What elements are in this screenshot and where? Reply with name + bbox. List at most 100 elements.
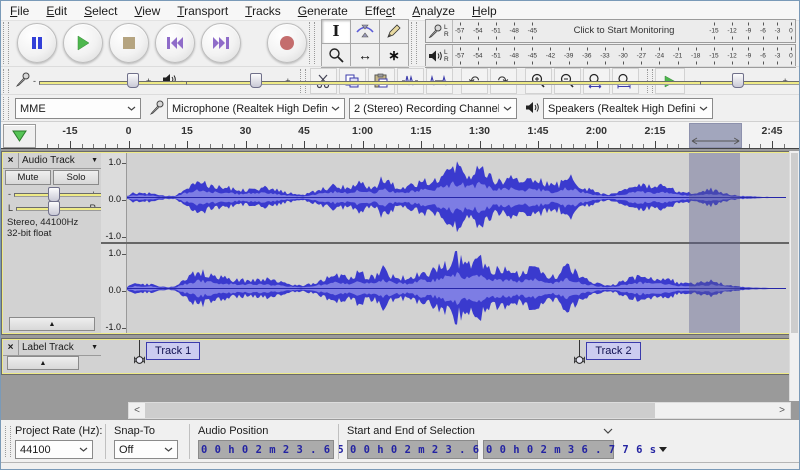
scroll-left-arrow[interactable]: < [129,403,145,418]
vertical-scrollbar[interactable] [789,151,799,401]
pan-slider[interactable] [16,202,86,214]
waveform-left[interactable] [127,153,789,242]
track-area[interactable]: × Audio Track ▼ Mute Solo - + L [1,148,799,420]
snap-to-select[interactable]: Off [114,440,178,459]
collapse-label-track-button[interactable]: ▲ [7,356,79,370]
pause-button[interactable] [17,23,57,63]
toolbar-gripper[interactable] [3,22,9,64]
playback-volume-slider[interactable] [186,74,282,88]
recording-device-value: Microphone (Realtek High Defini [172,103,327,115]
meter-db-tick: -51 [491,52,500,59]
track-title-menu[interactable]: Audio Track ▼ [19,153,101,168]
menu-tracks[interactable]: Tracks [245,4,281,18]
timeline-ruler[interactable]: -1501530451:001:151:301:452:002:152:302:… [1,121,799,150]
selection-start-field[interactable]: 0 0 h 0 2 m 2 3 . 6 5 3 s [347,440,478,459]
toolbar-gripper[interactable] [3,97,9,120]
menu-transport[interactable]: Transport [177,4,228,18]
menu-view[interactable]: View [134,4,160,18]
chevron-down-icon[interactable] [603,428,613,434]
project-rate-select[interactable]: 44100 [15,440,93,459]
draw-tool[interactable] [380,20,408,43]
chevron-down-icon [127,106,136,111]
horizontal-scroll-track[interactable] [145,403,774,418]
chevron-down-icon [164,447,173,452]
envelope-tool[interactable] [351,20,379,43]
multi-tool[interactable]: ∗ [380,44,408,67]
playback-speed-thumb[interactable] [732,73,744,88]
timeline-label: -15 [62,125,77,137]
recording-device-select[interactable]: Microphone (Realtek High Defini [167,98,345,119]
field-dropdown-icon[interactable] [659,447,667,452]
menu-select[interactable]: Select [84,4,117,18]
mute-button[interactable]: Mute [5,170,51,185]
toolbar-gripper[interactable] [5,426,11,457]
vertical-scale-left[interactable]: 1.00.0-1.0 [101,153,127,242]
label-track-title-menu[interactable]: Label Track ▼ [19,340,101,355]
selection-end-field[interactable]: 0 0 h 0 2 m 3 6 . 7 7 6 s [483,440,614,459]
skip-to-start-button[interactable] [155,23,195,63]
timeline-selection-region[interactable] [689,123,742,148]
record-button[interactable] [267,23,307,63]
chevron-down-icon [503,106,512,111]
monitor-overlay-text[interactable]: Click to Start Monitoring [542,21,706,41]
selection-tool[interactable]: I [322,20,350,43]
skip-to-end-button[interactable] [201,23,241,63]
label-track-content[interactable]: Track 1 Track 2 [101,340,789,373]
playback-volume-thumb[interactable] [250,73,262,88]
solo-button[interactable]: Solo [53,170,99,185]
gain-minus-label: - [5,189,14,199]
horizontal-scroll-thumb[interactable] [145,403,655,418]
collapse-track-button[interactable]: ▲ [9,317,95,331]
close-track-button[interactable]: × [3,153,19,168]
menu-generate[interactable]: Generate [298,4,348,18]
amplitude-scale-label: 0.0 [108,285,121,295]
meter-db-tick: -45 [528,27,537,34]
timeline-options-button[interactable] [3,124,36,148]
recording-volume-thumb[interactable] [127,73,139,88]
pan-thumb[interactable] [48,201,60,216]
toolbar-gripper[interactable] [309,22,315,64]
label-text-box[interactable]: Track 1 [146,342,200,360]
toolbar-gripper[interactable] [411,22,417,64]
menu-edit[interactable]: Edit [46,4,67,18]
scroll-right-arrow[interactable]: > [774,403,790,418]
timeline-label: 2:15 [644,125,665,137]
vertical-scale-right[interactable]: 1.00.0-1.0 [101,244,127,333]
play-icon [75,35,91,51]
chevron-down-icon [79,447,88,452]
menu-effect[interactable]: Effect [365,4,395,18]
zoom-tool[interactable] [322,44,350,67]
recording-volume-slider[interactable] [39,74,143,88]
meter-db-tick: -30 [618,52,627,59]
meter-db-tick: -6 [760,52,766,59]
toolbar-gripper[interactable] [3,69,9,93]
timeline-label: 0 [126,125,132,137]
recording-channels-select[interactable]: 2 (Stereo) Recording Channels [349,98,517,119]
horizontal-scrollbar[interactable]: < > [128,402,791,419]
menu-file[interactable]: File [10,4,29,18]
meter-db-tick: -12 [727,27,736,34]
label-marker-icon[interactable] [134,353,145,370]
recording-meter[interactable]: LR -57-54-51-48-45-42-39-36-33-30-27-24-… [425,19,796,43]
timeline-tick [480,141,481,148]
menu-help[interactable]: Help [472,4,497,18]
waveform-right[interactable] [127,244,789,333]
toolbar-row-2: - + - + [1,66,799,95]
gain-slider[interactable] [14,188,88,200]
close-label-track-button[interactable]: × [3,340,19,355]
audio-position-field[interactable]: 0 0 h 0 2 m 2 3 . 6 5 3 s [198,440,334,459]
playback-device-select[interactable]: Speakers (Realtek High Definiti [543,98,713,119]
gain-thumb[interactable] [48,187,60,202]
label-text-box[interactable]: Track 2 [586,342,640,360]
play-button[interactable] [63,23,103,63]
stop-button[interactable] [109,23,149,63]
vertical-scroll-thumb[interactable] [791,153,798,333]
label-track[interactable]: × Label Track ▼ ▲ Track 1 Track 2 [1,338,791,375]
label-marker-icon[interactable] [574,353,585,370]
playback-speed-slider[interactable] [700,74,780,88]
time-shift-tool[interactable]: ↔ [351,44,379,67]
audio-track[interactable]: × Audio Track ▼ Mute Solo - + L [1,151,791,335]
menu-analyze[interactable]: Analyze [412,4,455,18]
audio-host-select[interactable]: MME [15,98,141,119]
playback-meter[interactable]: LR -57-54-51-48-45-42-39-36-33-30-27-24-… [425,44,796,68]
